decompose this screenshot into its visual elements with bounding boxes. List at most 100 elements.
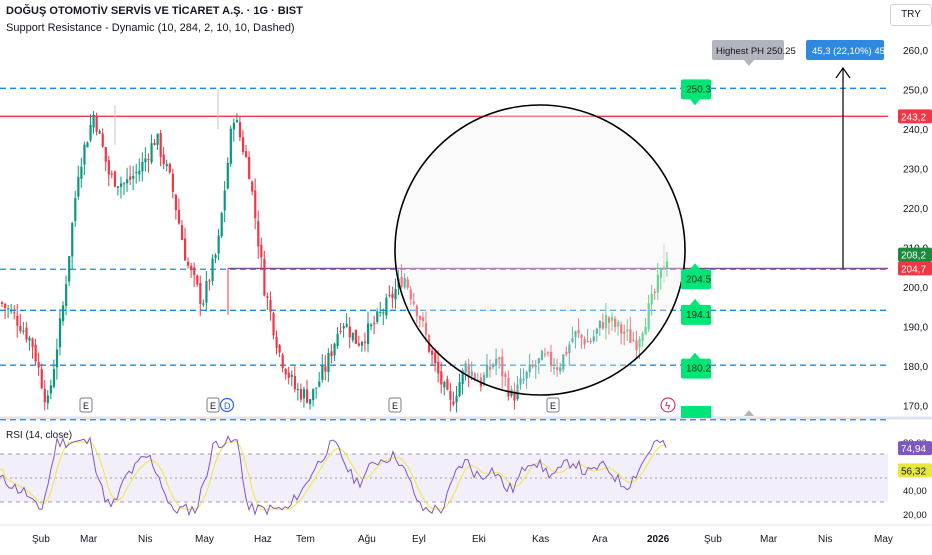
- candle-body: [394, 288, 397, 300]
- candle-body: [241, 137, 245, 153]
- candle-body: [7, 308, 10, 310]
- price-level-label: 180.2: [686, 364, 711, 375]
- candle-body: [126, 179, 129, 184]
- currency-button[interactable]: TRY: [890, 4, 932, 26]
- scroll-marker-icon: [744, 410, 754, 416]
- candle-body: [455, 396, 458, 403]
- candle-body: [357, 343, 361, 346]
- candle-body: [278, 345, 281, 353]
- dividend-marker-text: D: [224, 401, 231, 411]
- chart-canvas[interactable]: 170,0180,0190,0200,0210,0220,0230,0240,0…: [0, 0, 932, 550]
- candle-body: [116, 186, 120, 188]
- candle-body: [248, 156, 251, 180]
- candle-body: [431, 350, 434, 355]
- candle-body: [263, 258, 266, 296]
- price-axis-tick: 230,0: [903, 165, 928, 176]
- candle-body: [208, 280, 211, 282]
- candle-body: [223, 190, 226, 211]
- candle-body: [440, 371, 443, 385]
- price-level-label-pointer: [690, 263, 700, 270]
- candle-body: [174, 194, 178, 211]
- candle-body: [235, 120, 239, 123]
- candle-body: [382, 312, 385, 314]
- time-axis-tick: Nis: [138, 534, 152, 545]
- time-axis-tick: Nis: [818, 534, 832, 545]
- candle-body: [71, 223, 74, 257]
- candle-body: [391, 293, 394, 299]
- candle-body: [153, 142, 156, 146]
- candle-body: [162, 154, 165, 165]
- candle-body: [119, 183, 123, 188]
- candle-body: [141, 161, 144, 172]
- candle-body: [74, 198, 77, 221]
- candle-body: [77, 176, 80, 197]
- candle-body: [336, 333, 339, 347]
- candle-body: [360, 341, 364, 346]
- candle-body: [177, 209, 181, 224]
- candle-body: [28, 337, 31, 341]
- rsi-ma-badge-text: 56,32: [901, 466, 926, 477]
- candle-body: [62, 305, 65, 322]
- time-axis-tick: Tem: [296, 534, 315, 545]
- candle-body: [55, 349, 59, 368]
- time-axis-tick: May: [195, 534, 214, 545]
- candle-body: [446, 379, 449, 390]
- circle-annotation: [394, 104, 686, 396]
- candle-body: [89, 124, 92, 141]
- candle-body: [34, 344, 37, 362]
- candle-body: [217, 235, 220, 254]
- candle-body: [275, 336, 278, 348]
- candle-body: [327, 353, 330, 372]
- candle-body: [19, 325, 22, 332]
- candle-body: [312, 388, 315, 401]
- price-level-label-pointer: [690, 99, 700, 106]
- candle-body: [434, 352, 437, 364]
- candle-body: [98, 131, 101, 134]
- indicator-label[interactable]: Support Resistance - Dynamic (10, 284, 2…: [6, 22, 295, 34]
- highest-ph-pointer: [744, 60, 754, 66]
- price-axis-tick: 260,0: [903, 46, 928, 57]
- earnings-marker-text: E: [83, 401, 89, 411]
- candle-body: [123, 183, 126, 185]
- candle-body: [245, 151, 248, 157]
- candle-body: [293, 376, 296, 390]
- candle-body: [104, 147, 107, 162]
- candle-body: [321, 365, 324, 380]
- price-axis-tick: 240,0: [903, 125, 928, 136]
- candle-body: [211, 258, 214, 281]
- candle-body: [306, 389, 309, 403]
- price-axis-tick: 190,0: [903, 323, 928, 334]
- candle-body: [354, 329, 357, 344]
- candle-body: [299, 388, 303, 400]
- candle-body: [229, 128, 232, 164]
- candle-body: [266, 296, 269, 298]
- price-level-label-pointer: [690, 352, 700, 359]
- price-axis-tick: 220,0: [903, 204, 928, 215]
- candle-body: [92, 114, 95, 128]
- candle-body: [46, 395, 49, 404]
- measure-callout-text: 45,3 (22,10%) 453: [812, 46, 890, 57]
- highest-ph-label: Highest PH 250.25: [716, 46, 796, 57]
- time-axis-tick: Kas: [532, 534, 549, 545]
- candle-body: [345, 323, 348, 327]
- candle-body: [138, 170, 141, 175]
- candle-body: [284, 369, 287, 375]
- candle-body: [437, 361, 440, 374]
- time-axis-tick: Ağu: [358, 534, 376, 545]
- chart-stage[interactable]: 170,0180,0190,0200,0210,0220,0230,0240,0…: [0, 0, 932, 550]
- candle-body: [13, 312, 16, 314]
- time-axis-tick: May: [874, 534, 893, 545]
- candle-body: [68, 256, 71, 282]
- candle-body: [373, 323, 376, 325]
- candle-body: [452, 401, 455, 405]
- candle-body: [65, 284, 68, 306]
- price-level-label-box-cut: [681, 406, 711, 418]
- candle-body: [296, 388, 300, 390]
- rsi-label[interactable]: RSI (14, close): [6, 430, 72, 441]
- candle-body: [226, 162, 229, 189]
- price-badge-text: 208,2: [901, 251, 926, 262]
- rsi-badge-text: 74,94: [901, 444, 926, 455]
- candle-body: [10, 310, 13, 312]
- candle-body: [31, 338, 34, 348]
- candle-body: [309, 399, 312, 405]
